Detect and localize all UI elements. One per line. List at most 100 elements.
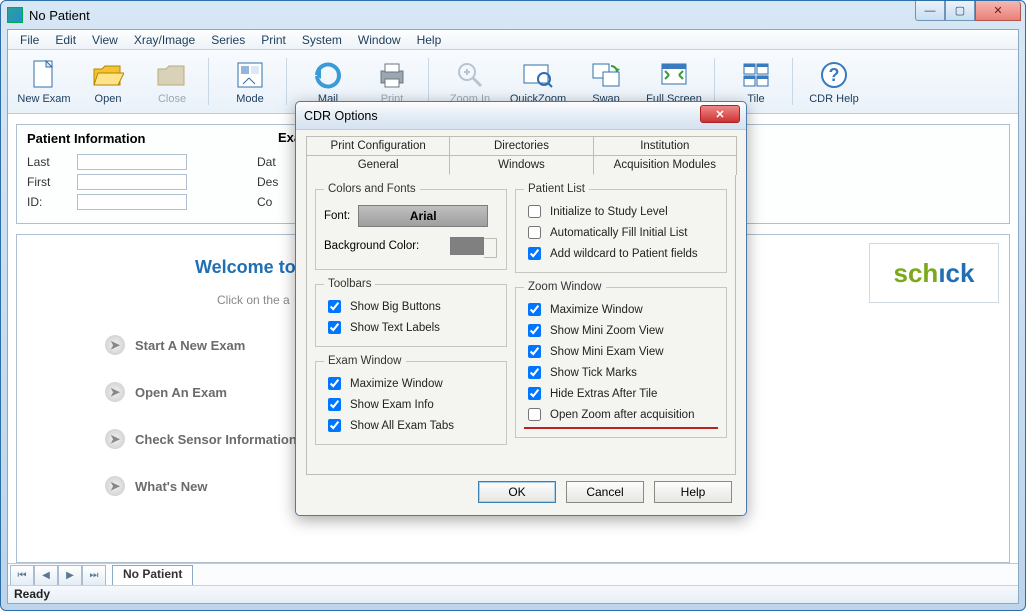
checkbox[interactable] [528,226,541,239]
toolbar-open[interactable]: Open [76,52,140,111]
welcome-item-start-a-new-exam[interactable]: ➤Start A New Exam [105,335,245,355]
patient-list-automatically-fill-initial-list[interactable]: Automatically Fill Initial List [524,222,718,243]
welcome-item-label: Open An Exam [135,385,227,400]
menu-xrayimage[interactable]: Xray/Image [126,31,203,49]
toolbars-show-big-buttons[interactable]: Show Big Buttons [324,296,498,317]
zoom-window-open-zoom-after-acquisition[interactable]: Open Zoom after acquisition [524,404,718,425]
title-bar[interactable]: No Patient — ▢ ✕ [1,1,1025,29]
zoom-window-show-mini-exam-view[interactable]: Show Mini Exam View [524,341,718,362]
text-input[interactable] [77,154,187,170]
zoomin-icon [454,59,486,91]
menu-file[interactable]: File [12,31,47,49]
maximize-button[interactable]: ▢ [945,1,975,21]
ok-button[interactable]: OK [478,481,556,503]
document-tab[interactable]: No Patient [112,565,193,585]
nav-first-button[interactable]: ⏮ [10,565,34,585]
nav-last-button[interactable]: ⏭ [82,565,106,585]
cancel-button[interactable]: Cancel [566,481,644,503]
zoom-window-group: Zoom Window Maximize WindowShow Mini Zoo… [515,281,727,438]
toolbars-group: Toolbars Show Big ButtonsShow Text Label… [315,278,507,347]
brand-logo: schıck [869,243,999,303]
checkbox[interactable] [328,377,341,390]
field-label: First [27,175,77,189]
font-button[interactable]: Arial [358,205,488,227]
status-bar: Ready [8,585,1018,603]
nav-prev-button[interactable]: ◀ [34,565,58,585]
checkbox[interactable] [528,387,541,400]
toolbar-mode[interactable]: Mode [218,52,282,111]
menu-system[interactable]: System [294,31,350,49]
checkbox-label: Add wildcard to Patient fields [550,248,698,260]
patient-list-add-wildcard-to-patient-fields[interactable]: Add wildcard to Patient fields [524,243,718,264]
exam-window-show-all-exam-tabs[interactable]: Show All Exam Tabs [324,415,498,436]
checkbox[interactable] [528,345,541,358]
checkbox[interactable] [328,398,341,411]
field-label: ID: [27,195,77,209]
welcome-item-open-an-exam[interactable]: ➤Open An Exam [105,382,227,402]
welcome-title: Welcome to [195,257,296,278]
welcome-subtitle: Click on the a [217,293,290,307]
text-input[interactable] [77,174,187,190]
text-input[interactable] [77,194,187,210]
minimize-button[interactable]: — [915,1,945,21]
checkbox[interactable] [528,205,541,218]
menu-edit[interactable]: Edit [47,31,84,49]
toolbar-cdr-help[interactable]: ?CDR Help [802,52,866,111]
checkbox[interactable] [328,419,341,432]
bg-color-label: Background Color: [324,240,419,252]
zoom-window-hide-extras-after-tile[interactable]: Hide Extras After Tile [524,383,718,404]
checkbox[interactable] [528,408,541,421]
field-label: Last [27,155,77,169]
colors-and-fonts-group: Colors and Fonts Font: Arial Background … [315,183,507,270]
checkbox-label: Show All Exam Tabs [350,420,454,432]
zoom-window-show-tick-marks[interactable]: Show Tick Marks [524,362,718,383]
document-tab-strip: ⏮ ◀ ▶ ⏭ No Patient [8,563,1018,585]
menu-help[interactable]: Help [409,31,450,49]
menu-print[interactable]: Print [253,31,294,49]
menu-window[interactable]: Window [350,31,409,49]
welcome-item-label: Start A New Exam [135,338,245,353]
checkbox[interactable] [528,324,541,337]
toolbar-separator [428,58,434,105]
app-icon [7,7,23,23]
checkbox-label: Initialize to Study Level [550,206,668,218]
exam-window-maximize-window[interactable]: Maximize Window [324,373,498,394]
new-icon [28,59,60,91]
menu-bar[interactable]: FileEditViewXray/ImageSeriesPrintSystemW… [8,30,1018,50]
exam-window-show-exam-info[interactable]: Show Exam Info [324,394,498,415]
toolbars-show-text-labels[interactable]: Show Text Labels [324,317,498,338]
bg-color-button[interactable] [450,237,484,255]
welcome-item-check-sensor-information[interactable]: ➤Check Sensor Information [105,429,297,449]
tab-acquisition-modules[interactable]: Acquisition Modules [593,155,737,175]
patient-list-initialize-to-study-level[interactable]: Initialize to Study Level [524,201,718,222]
patient-list-group: Patient List Initialize to Study LevelAu… [515,183,727,273]
zoom-window-show-mini-zoom-view[interactable]: Show Mini Zoom View [524,320,718,341]
menu-series[interactable]: Series [203,31,253,49]
checkbox[interactable] [528,247,541,260]
toolbar-separator [792,58,798,105]
checkbox-label: Open Zoom after acquisition [550,409,694,421]
cdr-options-dialog: CDR Options ✕ Print ConfigurationDirecto… [295,101,747,516]
zoom-window-maximize-window[interactable]: Maximize Window [524,299,718,320]
checkbox[interactable] [328,321,341,334]
svg-text:?: ? [829,65,840,85]
welcome-item-what's-new[interactable]: ➤What's New [105,476,207,496]
menu-view[interactable]: View [84,31,126,49]
dialog-title-bar[interactable]: CDR Options ✕ [296,102,746,130]
tab-general[interactable]: General [306,155,450,175]
checkbox[interactable] [528,303,541,316]
tab-institution[interactable]: Institution [593,136,737,155]
checkbox[interactable] [328,300,341,313]
nav-next-button[interactable]: ▶ [58,565,82,585]
toolbar-new-exam[interactable]: New Exam [12,52,76,111]
close-button[interactable]: ✕ [975,1,1021,21]
dialog-close-button[interactable]: ✕ [700,105,740,123]
checkbox[interactable] [528,366,541,379]
tab-print-configuration[interactable]: Print Configuration [306,136,450,155]
toolbar-label: Open [95,93,122,105]
toolbar-separator [208,58,214,105]
tab-windows[interactable]: Windows [449,155,593,175]
tile-icon [740,59,772,91]
tab-directories[interactable]: Directories [449,136,593,155]
help-button[interactable]: Help [654,481,732,503]
